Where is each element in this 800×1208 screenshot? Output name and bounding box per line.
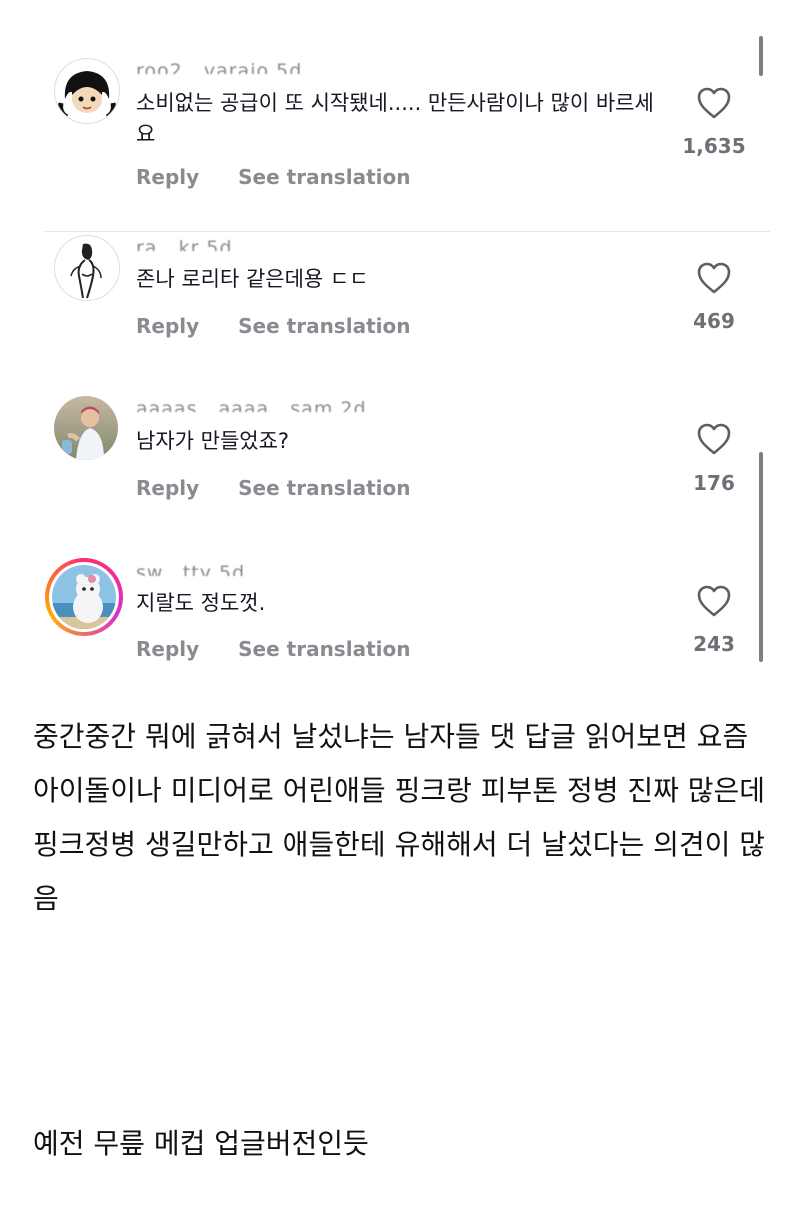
comment-divider [44,231,770,232]
like-count: 469 [693,309,735,333]
comment-username[interactable]: sw...tty 5d [136,562,245,576]
sketch-figure-avatar[interactable] [54,235,120,301]
comment-username[interactable]: aaaas...aaaa...sam 2d [136,398,367,412]
comment-username[interactable]: roo2...varaio 5d [136,60,302,74]
see-translation-button[interactable]: See translation [238,314,410,338]
post-paragraph: 중간중간 뭐에 긁혀서 날섰냐는 남자들 댓 답글 읽어보면 요즘 아이돌이나 … [33,720,766,915]
scrollbar-main[interactable] [759,452,763,662]
comment-text: 지랄도 정도껏. [136,591,266,615]
comment-text: 소비없는 공급이 또 시작됐네..... 만든사람이나 많이 바르세요 [136,91,654,146]
reply-button[interactable]: Reply [136,637,199,661]
photo-person-avatar[interactable] [54,396,118,460]
comment-text: 남자가 만들었죠? [136,429,290,453]
see-translation-button[interactable]: See translation [238,165,410,189]
heart-icon[interactable] [696,86,732,120]
comment-text: 존나 로리타 같은데용 ㄷㄷ [136,267,369,291]
post-paragraph-closing: 예전 무릎 메컵 업글버전인듯 [33,1127,369,1160]
scrollbar-top[interactable] [759,36,763,76]
heart-icon[interactable] [696,584,732,618]
like-count: 243 [693,632,735,656]
comment-username[interactable]: ra...kr 5d [136,237,233,251]
comment-actions: Reply See translation [136,314,442,338]
comment-actions: Reply See translation [136,637,442,661]
like-count: 176 [693,471,735,495]
reply-button[interactable]: Reply [136,165,199,189]
see-translation-button[interactable]: See translation [238,476,410,500]
comment-screenshot: roo2...varaio 5d 소비없는 공급이 또 시작됐네..... 만든… [0,0,800,665]
like-count: 1,635 [682,134,746,158]
comment-actions: Reply See translation [136,476,442,500]
reply-button[interactable]: Reply [136,314,199,338]
see-translation-button[interactable]: See translation [238,637,410,661]
heart-icon[interactable] [696,422,732,456]
heart-icon[interactable] [696,261,732,295]
plush-doll-avatar[interactable] [45,558,123,636]
cartoon-girl-avatar[interactable] [54,58,120,124]
comment-actions: Reply See translation [136,165,442,189]
reply-button[interactable]: Reply [136,476,199,500]
